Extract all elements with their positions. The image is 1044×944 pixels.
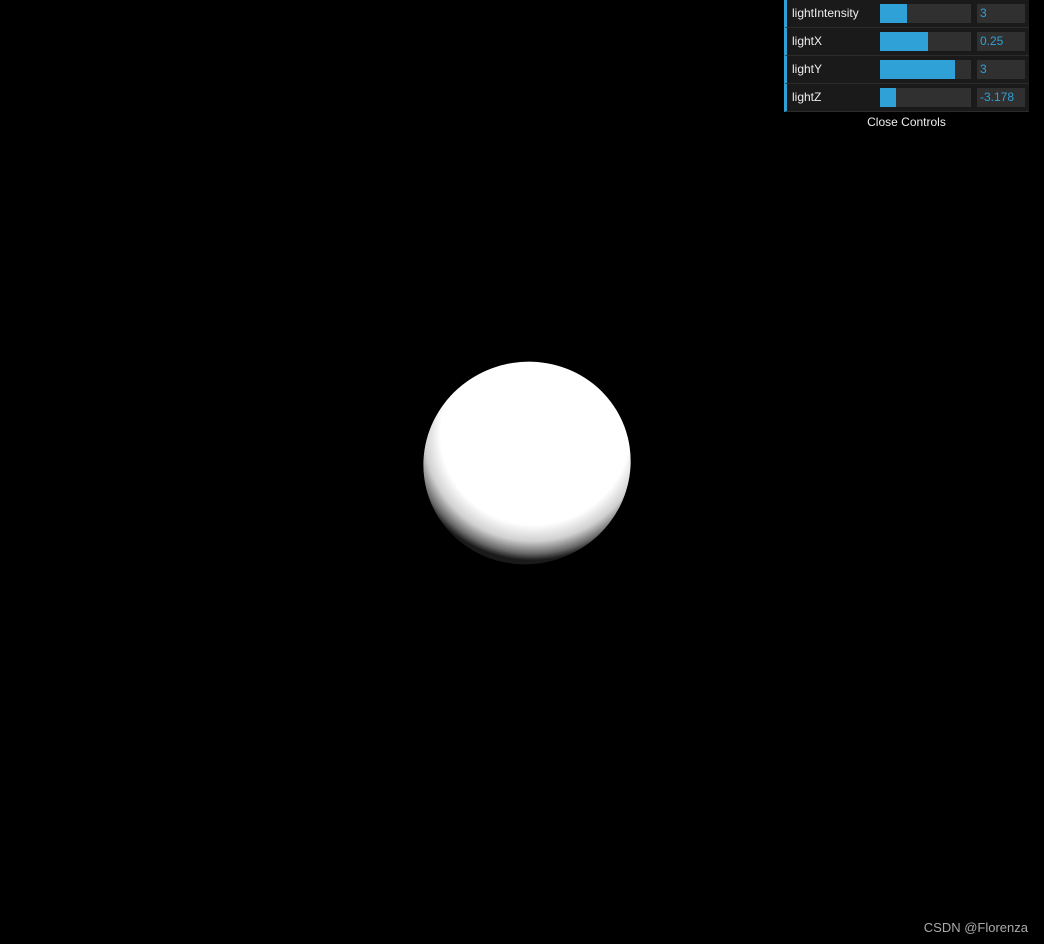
light-intensity-input[interactable] <box>977 4 1025 23</box>
controls-panel: lightIntensity lightX lightY lightZ Clos… <box>784 0 1029 132</box>
slider-fill <box>880 32 929 51</box>
control-light-y: lightY <box>784 56 1029 84</box>
light-z-slider[interactable] <box>880 88 971 107</box>
lit-sphere <box>423 361 631 565</box>
control-label: lightX <box>792 34 823 48</box>
light-z-input[interactable] <box>977 88 1025 107</box>
light-x-input[interactable] <box>977 32 1025 51</box>
control-light-x: lightX <box>784 28 1029 56</box>
light-y-slider[interactable] <box>880 60 971 79</box>
slider-fill <box>880 60 955 79</box>
watermark: CSDN @Florenza <box>923 920 1028 935</box>
slider-fill <box>880 4 908 23</box>
control-label: lightZ <box>792 90 822 104</box>
light-x-slider[interactable] <box>880 32 971 51</box>
control-light-intensity: lightIntensity <box>784 0 1029 28</box>
close-controls-button[interactable]: Close Controls <box>784 112 1029 132</box>
control-light-z: lightZ <box>784 84 1029 112</box>
light-intensity-slider[interactable] <box>880 4 971 23</box>
slider-fill <box>880 88 897 107</box>
webgl-canvas[interactable] <box>0 0 1044 944</box>
control-label: lightY <box>792 62 823 76</box>
light-y-input[interactable] <box>977 60 1025 79</box>
sphere-shape <box>423 361 631 565</box>
control-label: lightIntensity <box>792 6 859 20</box>
